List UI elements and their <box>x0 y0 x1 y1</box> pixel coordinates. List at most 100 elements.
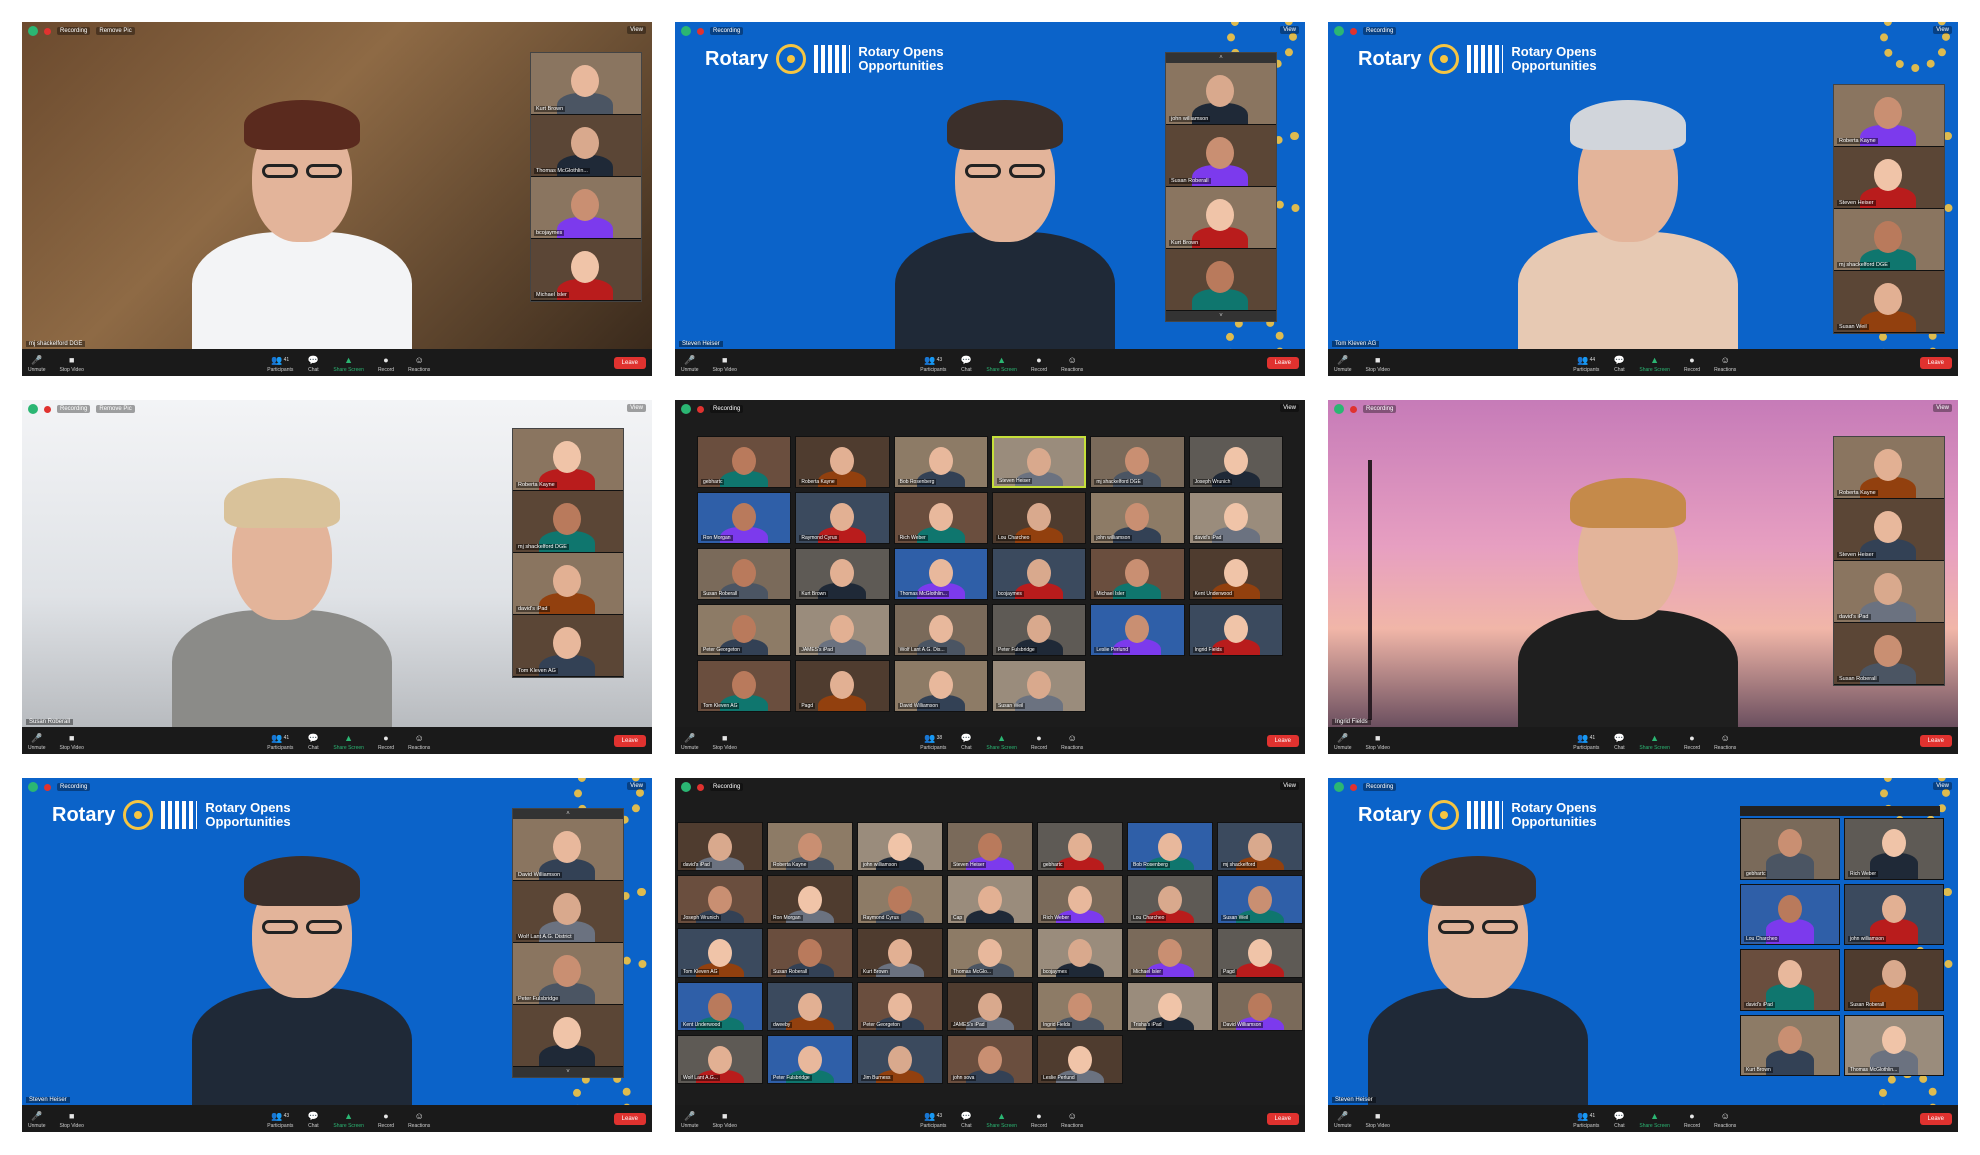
participant-thumbnail[interactable]: john williamson <box>1166 63 1276 125</box>
reactions-button[interactable]: ☺ Reactions <box>408 1111 430 1129</box>
participant-tile[interactable]: david's iPad <box>1188 492 1283 544</box>
security-shield-icon[interactable] <box>28 782 38 792</box>
leave-button[interactable]: Leave <box>613 357 646 369</box>
record-button[interactable]: ● Record <box>378 1111 394 1129</box>
participant-thumbnail[interactable]: Thomas McGlothlin... <box>531 115 641 177</box>
view-button[interactable]: View <box>1280 26 1299 34</box>
security-shield-icon[interactable] <box>28 26 38 36</box>
participant-thumbnail[interactable]: David Williamson <box>513 819 623 881</box>
share-screen-button[interactable]: ▲ Share Screen <box>1639 1111 1670 1129</box>
participant-tile[interactable]: Lou Charcheo <box>1740 883 1840 945</box>
chat-button[interactable]: 💬 Chat <box>960 355 972 374</box>
participant-tile[interactable]: dweeby <box>767 981 853 1031</box>
participants-button[interactable]: 👥 43 Participants <box>267 1111 293 1130</box>
participant-thumbnail[interactable]: bcojaymes <box>531 177 641 239</box>
participant-thumbnail[interactable]: mj shackelford DGE <box>513 491 623 553</box>
participant-tile[interactable]: Raymond Cyrus <box>857 875 943 925</box>
participant-tile[interactable]: Lou Charcheo <box>992 492 1087 544</box>
scroll-up-button[interactable]: ˄ <box>1166 53 1276 63</box>
participant-tile[interactable]: Thomas McGlo... <box>947 928 1033 978</box>
participant-tile[interactable]: Roberta Kayne <box>795 436 890 488</box>
chat-button[interactable]: 💬 Chat <box>960 733 972 752</box>
participant-tile[interactable]: Peter Georgeton <box>697 604 792 656</box>
participant-tile[interactable]: Michael Isler <box>1090 548 1185 600</box>
record-button[interactable]: ● Record <box>1684 1111 1700 1129</box>
participant-tile[interactable]: john williamson <box>1844 883 1944 945</box>
participant-thumbnail[interactable]: Michael Isler <box>531 239 641 301</box>
record-button[interactable]: ● Record <box>1031 1111 1047 1129</box>
leave-button[interactable]: Leave <box>1919 357 1952 369</box>
participant-tile[interactable]: Steven Heiser <box>947 822 1033 872</box>
security-shield-icon[interactable] <box>681 26 691 36</box>
participant-thumbnail[interactable]: Kurt Brown <box>1166 187 1276 249</box>
participant-tile[interactable]: Rich Weber <box>1844 818 1944 880</box>
participant-tile[interactable]: bcojaymes <box>992 548 1087 600</box>
participant-tile[interactable]: Thomas McGlothlin... <box>893 548 988 600</box>
chat-button[interactable]: 💬 Chat <box>960 1111 972 1130</box>
stop-video-button[interactable]: ■ Stop Video <box>713 733 737 751</box>
participant-tile[interactable]: JAMES's iPad <box>795 604 890 656</box>
leave-button[interactable]: Leave <box>1266 735 1299 747</box>
record-button[interactable]: ● Record <box>378 355 394 373</box>
participant-tile[interactable]: Ingrid Fields <box>1188 604 1283 656</box>
participant-tile[interactable]: Susan Roberall <box>1844 949 1944 1011</box>
participant-tile[interactable]: Thomas McGlothlin... <box>1844 1014 1944 1076</box>
record-button[interactable]: ● Record <box>1684 733 1700 751</box>
participants-button[interactable]: 👥 38 Participants <box>920 733 946 752</box>
participant-tile[interactable]: Leslie Perlund <box>1037 1034 1123 1084</box>
participant-tile[interactable]: Steven Heiser <box>992 436 1087 488</box>
share-screen-button[interactable]: ▲ Share Screen <box>1639 355 1670 373</box>
participant-tile[interactable]: Bob Rosenberg <box>893 436 988 488</box>
reactions-button[interactable]: ☺ Reactions <box>1714 355 1736 373</box>
participant-tile[interactable]: john williamson <box>857 822 943 872</box>
chat-button[interactable]: 💬 Chat <box>307 1111 319 1130</box>
participant-tile[interactable]: Tom Kleven AG <box>677 928 763 978</box>
chat-button[interactable]: 💬 Chat <box>1613 355 1625 374</box>
participant-tile[interactable]: Susan Weil <box>1217 875 1303 925</box>
participant-tile[interactable]: David Williamson <box>893 660 988 712</box>
participant-tile[interactable]: Kurt Brown <box>1740 1014 1840 1076</box>
reactions-button[interactable]: ☺ Reactions <box>408 355 430 373</box>
unmute-button[interactable]: 🎤 Unmute <box>28 355 46 374</box>
participant-tile[interactable]: Susan Roberall <box>697 548 792 600</box>
leave-button[interactable]: Leave <box>1266 357 1299 369</box>
participants-button[interactable]: 👥 41 Participants <box>1573 1111 1599 1130</box>
participant-tile[interactable]: David Williamson <box>1217 981 1303 1031</box>
leave-button[interactable]: Leave <box>1266 1113 1299 1125</box>
leave-button[interactable]: Leave <box>1919 1113 1952 1125</box>
participant-tile[interactable]: Tom Kleven AG <box>697 660 792 712</box>
participant-tile[interactable]: Pagd <box>1217 928 1303 978</box>
participants-button[interactable]: 👥 43 Participants <box>920 355 946 374</box>
participant-tile[interactable]: Pagd <box>795 660 890 712</box>
participant-thumbnail[interactable]: Steven Heiser <box>1834 499 1944 561</box>
unmute-button[interactable]: 🎤 Unmute <box>28 733 46 752</box>
share-screen-button[interactable]: ▲ Share Screen <box>333 355 364 373</box>
unmute-button[interactable]: 🎤 Unmute <box>1334 355 1352 374</box>
stop-video-button[interactable]: ■ Stop Video <box>1366 1111 1390 1129</box>
scroll-down-button[interactable]: ˅ <box>513 1067 623 1077</box>
participant-tile[interactable]: Peter Fulsbridge <box>767 1034 853 1084</box>
leave-button[interactable]: Leave <box>613 735 646 747</box>
view-button[interactable]: View <box>1933 404 1952 412</box>
participants-button[interactable]: 👥 41 Participants <box>267 733 293 752</box>
participant-tile[interactable]: gebhartc <box>1037 822 1123 872</box>
participant-tile[interactable]: Jim Burness <box>857 1034 943 1084</box>
reactions-button[interactable]: ☺ Reactions <box>408 733 430 751</box>
participant-thumbnail[interactable] <box>513 1005 623 1067</box>
participant-tile[interactable]: Kent Underwood <box>677 981 763 1031</box>
security-shield-icon[interactable] <box>681 404 691 414</box>
security-shield-icon[interactable] <box>1334 26 1344 36</box>
security-shield-icon[interactable] <box>1334 404 1344 414</box>
scroll-up-button[interactable]: ˄ <box>513 809 623 819</box>
share-screen-button[interactable]: ▲ Share Screen <box>333 733 364 751</box>
participant-tile[interactable]: Joseph Wrunich <box>1188 436 1283 488</box>
participants-button[interactable]: 👥 43 Participants <box>920 1111 946 1130</box>
participant-thumbnail[interactable]: Kurt Brown <box>531 53 641 115</box>
share-screen-button[interactable]: ▲ Share Screen <box>333 1111 364 1129</box>
reactions-button[interactable]: ☺ Reactions <box>1061 1111 1083 1129</box>
participant-tile[interactable]: Cap <box>947 875 1033 925</box>
participant-tile[interactable]: Susan Roberall <box>767 928 853 978</box>
participant-thumbnail[interactable]: Peter Fulsbridge <box>513 943 623 1005</box>
record-button[interactable]: ● Record <box>1684 355 1700 373</box>
participant-tile[interactable]: Lou Charcheo <box>1127 875 1213 925</box>
